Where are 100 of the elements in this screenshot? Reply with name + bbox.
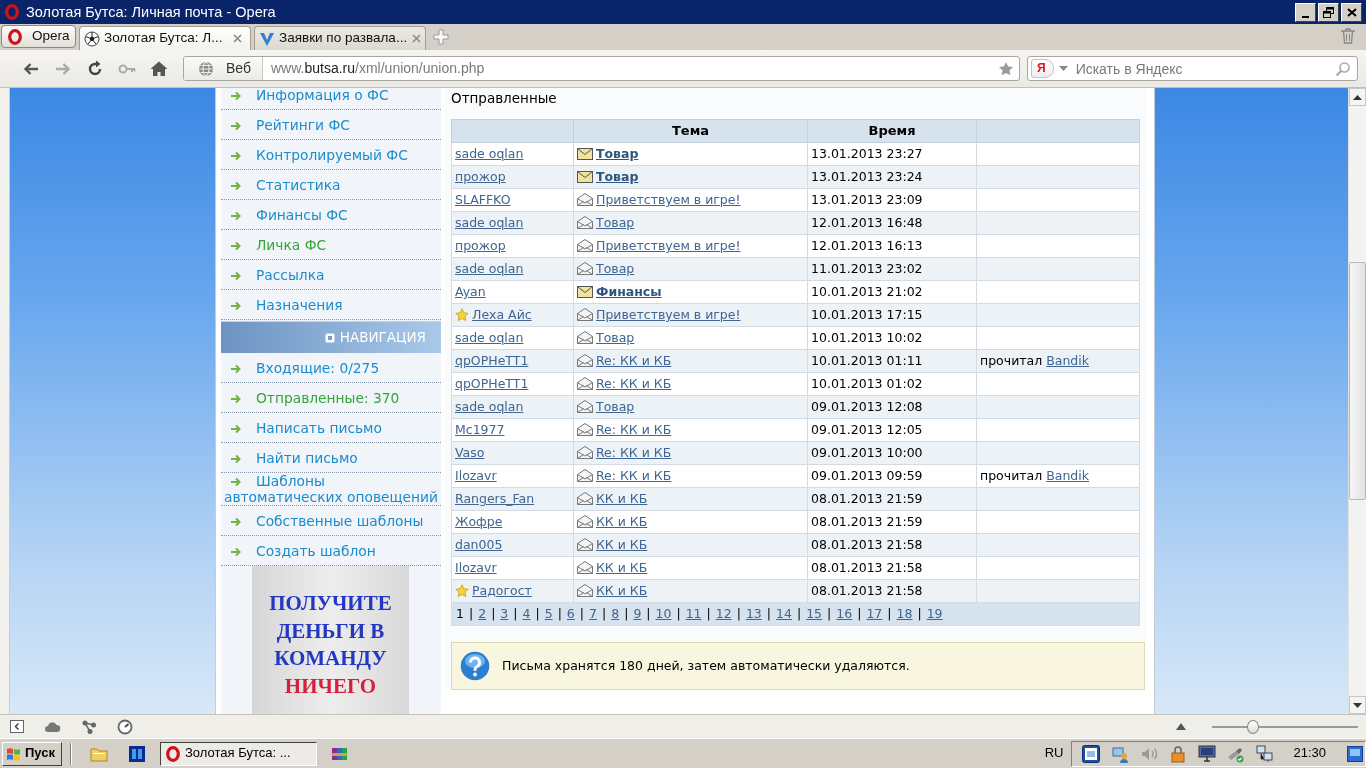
subject-link[interactable]: Товар xyxy=(596,399,635,414)
reload-icon[interactable] xyxy=(86,59,104,78)
search-field[interactable]: Я Искать в Яндекс xyxy=(1027,56,1358,81)
network-computers-icon[interactable] xyxy=(1256,744,1275,763)
subject-link[interactable]: КК и КБ xyxy=(596,491,648,506)
trash-icon[interactable] xyxy=(1339,27,1357,45)
scrollbar-thumb[interactable] xyxy=(1349,262,1366,500)
subject-link[interactable]: Товар xyxy=(596,330,635,345)
arrow-icon xyxy=(231,90,241,101)
start-button[interactable]: Пуск xyxy=(2,741,62,766)
taskbar-button[interactable]: Золотая Бутса: ... xyxy=(160,741,317,766)
subject-link[interactable]: Товар xyxy=(596,215,635,230)
close-icon[interactable] xyxy=(411,33,423,44)
caret-icon[interactable] xyxy=(1058,66,1068,71)
restore-button[interactable] xyxy=(1318,2,1339,22)
sidebar-link[interactable]: Личка ФС xyxy=(221,236,441,253)
page-link[interactable]: 19 xyxy=(926,606,943,621)
close-button[interactable] xyxy=(1341,2,1362,22)
show-desktop-icon[interactable] xyxy=(1347,745,1363,762)
menu-button[interactable]: Opera xyxy=(1,25,76,48)
app-icon[interactable] xyxy=(128,744,146,763)
page-link[interactable]: 2 xyxy=(478,606,487,621)
page-separator: | xyxy=(796,606,802,621)
page-link[interactable]: 8 xyxy=(611,606,620,621)
page-link[interactable]: 15 xyxy=(806,606,823,621)
page-separator: | xyxy=(579,606,585,621)
home-icon[interactable] xyxy=(150,59,168,78)
arrow-icon xyxy=(231,516,241,527)
browser-tab[interactable]: Золотая Бутса: Л... xyxy=(79,26,251,50)
page-link[interactable]: 4 xyxy=(522,606,531,621)
user-link[interactable]: Bandik xyxy=(1046,353,1089,368)
sidebar-link[interactable]: Контролируемый ФС xyxy=(221,146,441,163)
address-field[interactable]: Веб www.butsa.ru/xml/union/union.php xyxy=(183,56,1020,81)
sidebar-link[interactable]: Статистика xyxy=(221,176,441,193)
page-separator: | xyxy=(917,606,922,621)
page-link[interactable]: 9 xyxy=(633,606,642,621)
sidebar-link[interactable]: Назначения xyxy=(221,296,441,313)
sidebar-link[interactable]: Шаблоны автоматических оповещений xyxy=(221,473,441,505)
cloud-icon[interactable] xyxy=(44,720,61,733)
panel-toggle-icon[interactable] xyxy=(10,720,24,733)
monitor-icon[interactable] xyxy=(1198,744,1217,763)
search-engine-logo[interactable]: Я xyxy=(1031,59,1054,78)
page-link[interactable]: 12 xyxy=(715,606,732,621)
sidebar-link[interactable]: Создать шаблон xyxy=(221,542,441,559)
user-link[interactable]: Bandik xyxy=(1046,468,1089,483)
subject-link[interactable]: Товар xyxy=(596,261,635,276)
page-separator: | xyxy=(491,606,496,621)
slider-thumb[interactable] xyxy=(1246,719,1259,734)
minimize-button[interactable] xyxy=(1295,2,1316,22)
scrollbar[interactable] xyxy=(1348,88,1366,714)
subject-link[interactable]: КК и КБ xyxy=(596,514,648,529)
keyboard-layout-icon[interactable] xyxy=(1082,744,1101,763)
arrow-icon xyxy=(231,300,241,311)
star-icon[interactable] xyxy=(998,60,1014,77)
page-link[interactable]: 5 xyxy=(544,606,553,621)
scroll-up-button[interactable] xyxy=(1349,88,1366,106)
recipient-link[interactable]: Ayan xyxy=(455,284,486,299)
sidebar-link[interactable]: Собственные шаблоны xyxy=(221,512,441,529)
scroll-down-button[interactable] xyxy=(1349,696,1366,714)
subject-link[interactable]: КК и КБ xyxy=(596,560,648,575)
page-link[interactable]: 16 xyxy=(836,606,853,621)
close-icon[interactable] xyxy=(232,33,243,44)
clock: 21:30 xyxy=(1293,745,1326,762)
subject-link[interactable]: Финансы xyxy=(596,284,662,299)
scope-button[interactable]: Веб xyxy=(184,57,263,80)
page-link[interactable]: 10 xyxy=(655,606,672,621)
table-cell: 08.01.2013 21:59 xyxy=(807,487,977,511)
sidebar-link[interactable]: Найти письмо xyxy=(221,449,441,466)
page-link[interactable]: 7 xyxy=(589,606,597,621)
subject-link[interactable]: Товар xyxy=(596,146,639,161)
sidebar-link[interactable]: Рейтинги ФС xyxy=(221,116,441,133)
browser-tab[interactable]: Заявки по развала... xyxy=(254,26,426,50)
banner-text: ПОЛУЧИТЕ ДЕНЬГИ В КОМАНДУ xyxy=(268,590,393,672)
page-link[interactable]: 3 xyxy=(500,606,509,621)
page-link[interactable]: 6 xyxy=(566,606,575,621)
share-icon[interactable] xyxy=(81,718,97,735)
sidebar-link[interactable]: Информация о ФС xyxy=(221,88,441,103)
url-text[interactable]: www.butsa.ru/xml/union/union.php xyxy=(271,59,485,78)
page-link[interactable]: 11 xyxy=(685,606,702,621)
subject-link[interactable]: КК и КБ xyxy=(596,583,648,598)
search-icon[interactable] xyxy=(1335,60,1351,77)
gauge-icon[interactable] xyxy=(117,718,133,735)
sidebar-link[interactable]: Финансы ФС xyxy=(221,206,441,223)
sidebar-link[interactable]: Написать письмо xyxy=(221,419,441,436)
sidebar-link[interactable]: Отправленные: 370 xyxy=(221,389,441,406)
table-cell: 08.01.2013 21:58 xyxy=(807,533,977,557)
page-link[interactable]: 17 xyxy=(866,606,883,621)
subject-link[interactable]: Товар xyxy=(596,169,639,184)
page-link[interactable]: 13 xyxy=(745,606,762,621)
language-indicator[interactable]: RU xyxy=(1044,745,1064,762)
plus-icon[interactable] xyxy=(433,29,449,45)
triangle-icon[interactable] xyxy=(1176,723,1186,730)
subject-link[interactable]: КК и КБ xyxy=(596,537,648,552)
network-user-icon[interactable] xyxy=(1111,744,1130,763)
recipient-link[interactable]: Vaso xyxy=(455,445,485,460)
page-link[interactable]: 18 xyxy=(896,606,913,621)
sidebar-link[interactable]: Входящие: 0/275 xyxy=(221,359,441,376)
sidebar-link[interactable]: Рассылка xyxy=(221,266,441,283)
page-link[interactable]: 14 xyxy=(776,606,792,621)
padlock-icon[interactable] xyxy=(1169,744,1188,763)
